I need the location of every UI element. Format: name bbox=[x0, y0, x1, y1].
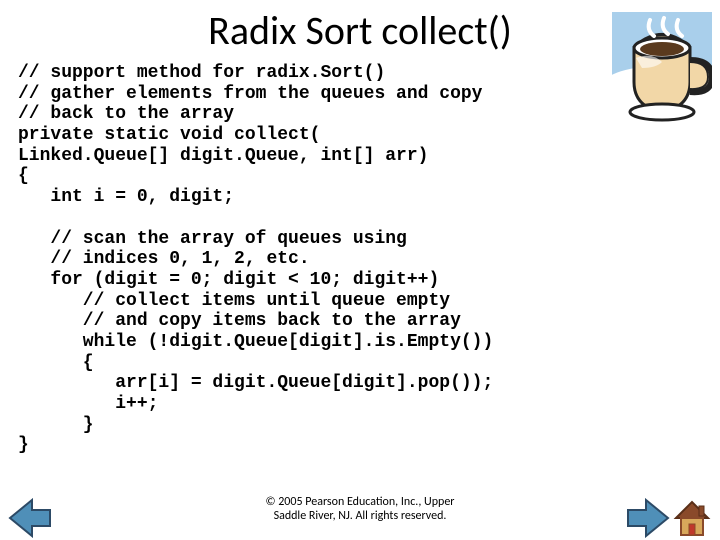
copyright-footer: © 2005 Pearson Education, Inc., Upper Sa… bbox=[0, 496, 720, 524]
previous-arrow-icon[interactable] bbox=[8, 498, 52, 538]
next-arrow-icon[interactable] bbox=[626, 498, 670, 538]
footer-line-2: Saddle River, NJ. All rights reserved. bbox=[274, 509, 447, 523]
home-icon[interactable] bbox=[672, 498, 712, 538]
footer-line-1: © 2005 Pearson Education, Inc., Upper bbox=[266, 495, 455, 509]
coffee-cup-clipart bbox=[612, 12, 712, 122]
